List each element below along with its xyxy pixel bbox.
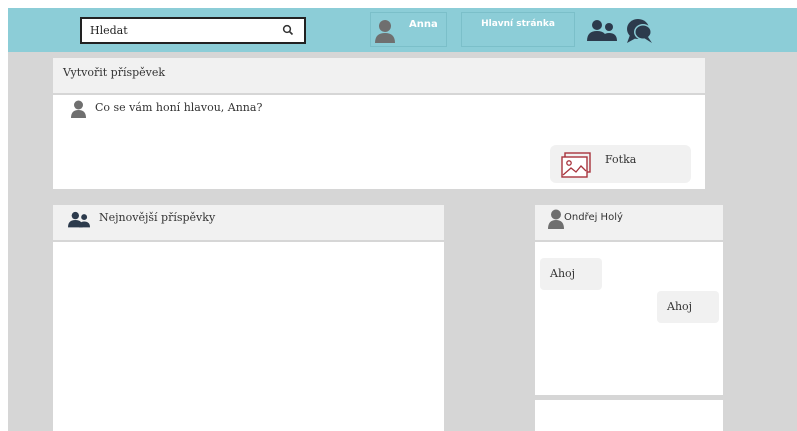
messages-icon[interactable] <box>626 17 653 44</box>
friends-icon <box>68 211 90 228</box>
chat-message-input[interactable] <box>535 400 723 431</box>
search-box[interactable] <box>80 17 306 44</box>
search-icon[interactable] <box>282 24 294 36</box>
search-input[interactable] <box>82 19 277 42</box>
photo-icon <box>561 152 591 178</box>
chat-messages: Ahoj Ahoj <box>535 242 723 395</box>
create-post-body[interactable]: Co se vám honí hlavou, Anna? Fotka <box>53 95 705 189</box>
add-photo-button[interactable]: Fotka <box>550 145 691 183</box>
chat-header[interactable]: Ondřej Holý <box>535 205 723 240</box>
newest-posts-header: Nejnovější příspěvky <box>53 205 444 240</box>
profile-button[interactable]: Anna <box>370 12 447 47</box>
user-avatar-icon <box>71 100 86 118</box>
post-prompt[interactable]: Co se vám honí hlavou, Anna? <box>95 101 262 114</box>
chat-contact-name: Ondřej Holý <box>564 212 623 223</box>
newest-posts-title: Nejnovější příspěvky <box>99 211 216 224</box>
user-avatar-icon <box>375 20 395 43</box>
chat-message-outgoing: Ahoj <box>657 291 719 323</box>
home-button[interactable]: Hlavní stránka <box>461 12 575 47</box>
chat-message-incoming: Ahoj <box>540 258 602 290</box>
friends-icon[interactable] <box>587 19 617 43</box>
add-photo-label: Fotka <box>605 153 637 166</box>
contact-avatar-icon <box>548 209 564 229</box>
newest-posts-feed <box>53 242 444 431</box>
create-post-title: Vytvořit příspěvek <box>63 66 166 79</box>
create-post-header: Vytvořit příspěvek <box>53 58 705 93</box>
profile-name: Anna <box>409 19 438 30</box>
home-label: Hlavní stránka <box>481 19 555 29</box>
